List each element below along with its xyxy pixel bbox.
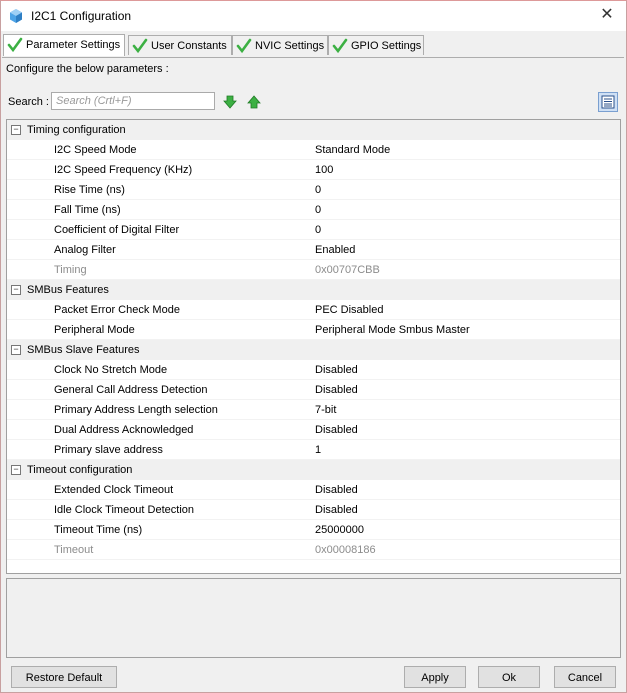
param-name: Rise Time (ns) (54, 184, 125, 196)
param-name: Analog Filter (54, 244, 116, 256)
group-row-timing-configuration[interactable]: − Timing configuration (7, 120, 620, 140)
param-name: General Call Address Detection (54, 384, 208, 396)
param-value[interactable]: Peripheral Mode Smbus Master (315, 320, 470, 340)
param-row[interactable]: Dual Address Acknowledged Disabled (7, 420, 620, 440)
restore-default-button[interactable]: Restore Default (11, 666, 117, 688)
collapse-icon[interactable]: − (11, 125, 21, 135)
param-row[interactable]: Rise Time (ns) 0 (7, 180, 620, 200)
green-check-icon (332, 38, 348, 54)
param-name: Idle Clock Timeout Detection (54, 504, 195, 516)
tab-label: Parameter Settings (26, 39, 121, 51)
param-name: Packet Error Check Mode (54, 304, 180, 316)
group-row-smbus-slave-features[interactable]: − SMBus Slave Features (7, 340, 620, 360)
param-row[interactable]: I2C Speed Mode Standard Mode (7, 140, 620, 160)
group-title: SMBus Slave Features (27, 344, 140, 356)
param-value[interactable]: Disabled (315, 420, 358, 440)
param-value[interactable]: Disabled (315, 380, 358, 400)
description-panel (6, 578, 621, 658)
param-name: Coefficient of Digital Filter (54, 224, 180, 236)
green-arrow-down-icon[interactable] (223, 95, 237, 109)
param-value[interactable]: 0 (315, 200, 321, 220)
param-value[interactable]: 0 (315, 220, 321, 240)
param-value[interactable]: 100 (315, 160, 333, 180)
green-check-icon (236, 38, 252, 54)
instruction-text: Configure the below parameters : (6, 63, 169, 75)
param-name: I2C Speed Mode (54, 144, 137, 156)
param-name: Extended Clock Timeout (54, 484, 174, 496)
param-value[interactable]: Disabled (315, 360, 358, 380)
param-row[interactable]: Packet Error Check Mode PEC Disabled (7, 300, 620, 320)
param-value[interactable]: 25000000 (315, 520, 364, 540)
tab-gpio-settings[interactable]: GPIO Settings (328, 35, 424, 55)
tab-user-constants[interactable]: User Constants (128, 35, 232, 55)
param-name: Primary slave address (54, 444, 163, 456)
param-row[interactable]: General Call Address Detection Disabled (7, 380, 620, 400)
param-row[interactable]: Clock No Stretch Mode Disabled (7, 360, 620, 380)
param-name: Fall Time (ns) (54, 204, 121, 216)
list-view-icon (601, 95, 615, 109)
param-value[interactable]: Enabled (315, 240, 355, 260)
search-input[interactable] (51, 92, 215, 110)
param-value[interactable]: 0 (315, 180, 321, 200)
param-row[interactable]: Coefficient of Digital Filter 0 (7, 220, 620, 240)
group-row-smbus-features[interactable]: − SMBus Features (7, 280, 620, 300)
green-check-icon (7, 37, 23, 53)
param-row[interactable]: Fall Time (ns) 0 (7, 200, 620, 220)
param-value[interactable]: Disabled (315, 500, 358, 520)
green-arrow-up-icon[interactable] (247, 95, 261, 109)
param-row[interactable]: Timeout Time (ns) 25000000 (7, 520, 620, 540)
param-row[interactable]: I2C Speed Frequency (KHz) 100 (7, 160, 620, 180)
collapse-icon[interactable]: − (11, 465, 21, 475)
collapse-icon[interactable]: − (11, 285, 21, 295)
green-check-icon (132, 38, 148, 54)
tab-nvic-settings[interactable]: NVIC Settings (232, 35, 328, 55)
search-label: Search : (8, 96, 49, 108)
parameter-tree: − Timing configuration I2C Speed Mode Sta… (6, 119, 621, 574)
param-row[interactable]: Extended Clock Timeout Disabled (7, 480, 620, 500)
tab-parameter-settings[interactable]: Parameter Settings (3, 34, 125, 56)
param-row-readonly: Timeout 0x00008186 (7, 540, 620, 560)
param-name: Dual Address Acknowledged (54, 424, 194, 436)
group-title: SMBus Features (27, 284, 109, 296)
param-value[interactable]: Standard Mode (315, 140, 390, 160)
param-value[interactable]: 7-bit (315, 400, 336, 420)
param-value: 0x00707CBB (315, 264, 380, 276)
group-title: Timing configuration (27, 124, 126, 136)
close-icon[interactable]: ✕ (598, 6, 616, 24)
param-row[interactable]: Idle Clock Timeout Detection Disabled (7, 500, 620, 520)
tab-label: GPIO Settings (351, 40, 422, 52)
param-row[interactable]: Analog Filter Enabled (7, 240, 620, 260)
group-title: Timeout configuration (27, 464, 133, 476)
param-value: 0x00008186 (315, 544, 376, 556)
apply-button[interactable]: Apply (404, 666, 466, 688)
tab-label: User Constants (151, 40, 227, 52)
param-name: Timing (54, 264, 87, 276)
param-row[interactable]: Primary slave address 1 (7, 440, 620, 460)
param-value[interactable]: Disabled (315, 480, 358, 500)
title-bar: I2C1 Configuration ✕ (1, 1, 626, 31)
param-value[interactable]: PEC Disabled (315, 300, 383, 320)
param-name: I2C Speed Frequency (KHz) (54, 164, 193, 176)
collapse-icon[interactable]: − (11, 345, 21, 355)
group-row-timeout-configuration[interactable]: − Timeout configuration (7, 460, 620, 480)
param-name: Clock No Stretch Mode (54, 364, 168, 376)
cube-icon (10, 9, 22, 23)
param-row-readonly: Timing 0x00707CBB (7, 260, 620, 280)
param-name: Timeout Time (ns) (54, 524, 143, 536)
tab-label: NVIC Settings (255, 40, 325, 52)
param-value[interactable]: 1 (315, 440, 321, 460)
list-view-button[interactable] (598, 92, 618, 112)
parameter-panel: Configure the below parameters : Search … (2, 57, 624, 664)
dialog-window: I2C1 Configuration ✕ Parameter Settings … (0, 0, 627, 693)
cancel-button[interactable]: Cancel (554, 666, 616, 688)
window-title: I2C1 Configuration (31, 9, 132, 23)
param-row[interactable]: Primary Address Length selection 7-bit (7, 400, 620, 420)
ok-button[interactable]: Ok (478, 666, 540, 688)
param-row[interactable]: Peripheral Mode Peripheral Mode Smbus Mas… (7, 320, 620, 340)
param-name: Peripheral Mode (54, 324, 135, 336)
param-name: Primary Address Length selection (54, 404, 218, 416)
param-name: Timeout (54, 544, 94, 556)
